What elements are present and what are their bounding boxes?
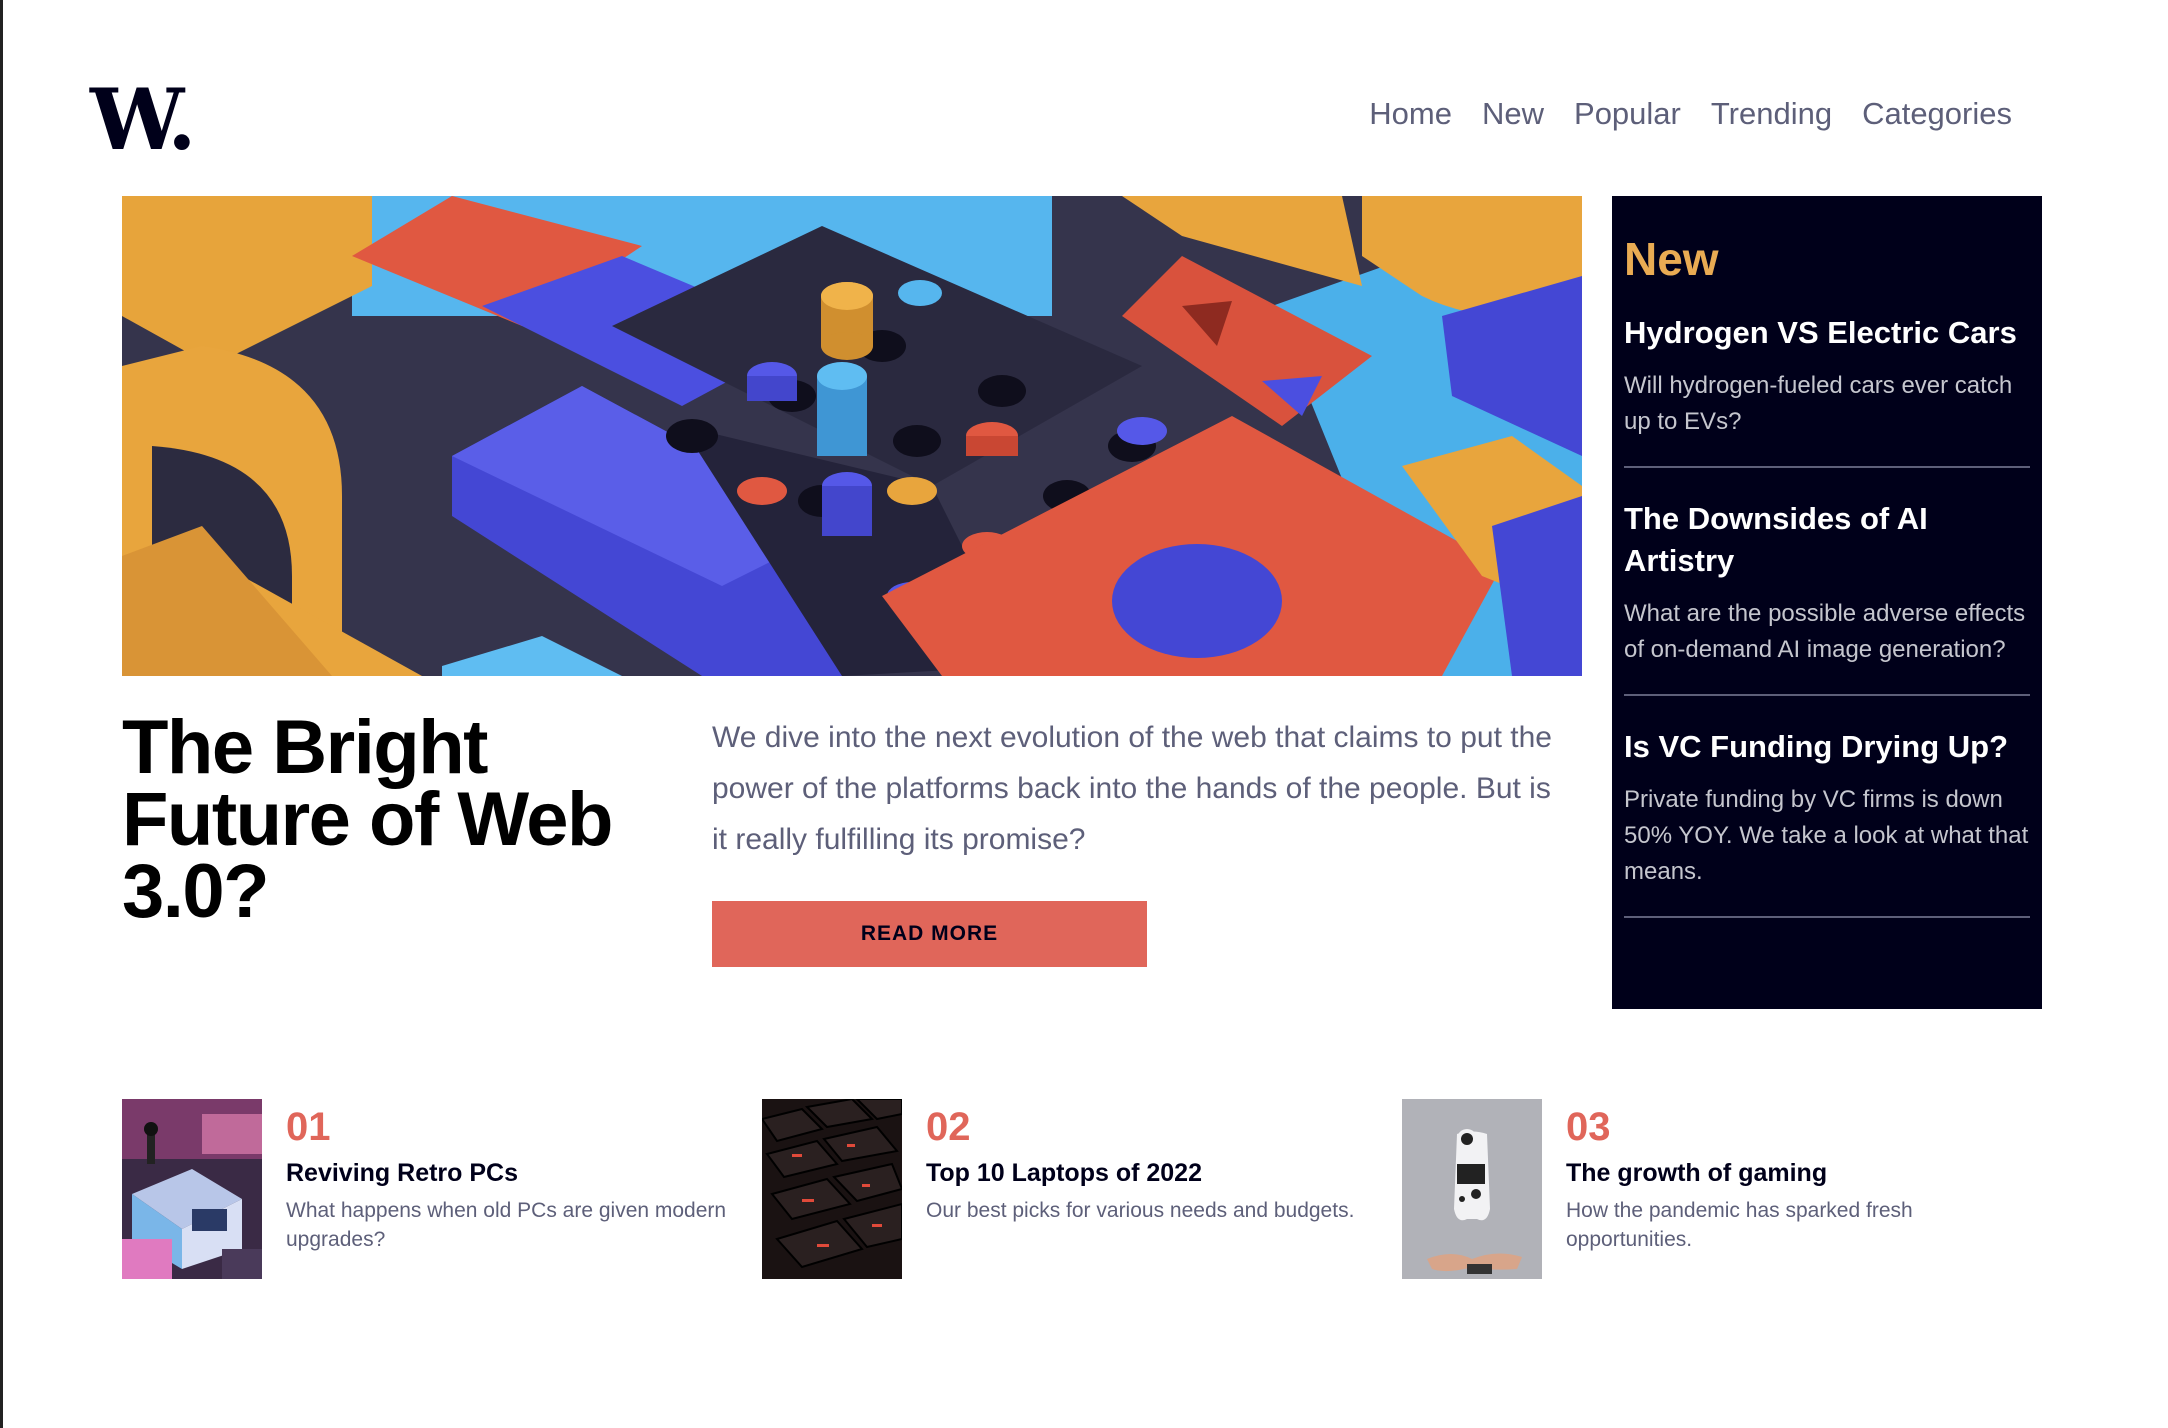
sidebar-item: The Downsides of AI Artistry What are th… [1624,498,2030,696]
article-description: Our best picks for various needs and bud… [926,1199,1355,1222]
sidebar-item: Hydrogen VS Electric Cars Will hydrogen-… [1624,312,2030,468]
article-title[interactable]: Reviving Retro PCs [286,1159,746,1188]
article-text: 02 Top 10 Laptops of 2022 Our best picks… [926,1099,1396,1279]
sidebar-item-description: Private funding by VC firms is down 50% … [1624,786,2029,885]
nav-categories[interactable]: Categories [1862,98,2012,129]
new-sidebar: New Hydrogen VS Electric Cars Will hydro… [1612,196,2042,1009]
nav-trending[interactable]: Trending [1711,98,1832,129]
article-thumbnail[interactable] [122,1099,262,1279]
nav-popular[interactable]: Popular [1574,98,1681,129]
sidebar-item: Is VC Funding Drying Up? Private funding… [1624,726,2030,918]
article-card: 03 The growth of gaming How the pandemic… [1402,1099,1962,1279]
sidebar-title: New [1624,233,1719,285]
article-number: 02 [926,1105,971,1149]
read-more-button[interactable]: READ MORE [712,901,1147,967]
nav-new[interactable]: New [1482,98,1544,129]
hero-title: The Bright Future of Web 3.0? [122,705,613,935]
site-logo[interactable]: W. [90,78,196,162]
retro-pc-image [122,1099,262,1279]
article-number: 01 [286,1105,331,1149]
hero-description: We dive into the next evolution of the w… [712,721,1552,856]
sidebar-item-description: What are the possible adverse effects of… [1624,600,2026,663]
article-card: 02 Top 10 Laptops of 2022 Our best picks… [762,1099,1402,1279]
window-edge [0,0,3,1428]
article-title[interactable]: Top 10 Laptops of 2022 [926,1159,1396,1188]
game-controller-image [1402,1099,1542,1279]
article-description: How the pandemic has sparked fresh oppor… [1566,1199,1913,1251]
article-text: 03 The growth of gaming How the pandemic… [1566,1099,1966,1279]
article-description: What happens when old PCs are given mode… [286,1199,727,1251]
sidebar-item-description: Will hydrogen-fueled cars ever catch up … [1624,372,2013,435]
sidebar-item-title[interactable]: The Downsides of AI Artistry [1624,498,2030,582]
article-thumbnail[interactable] [762,1099,902,1279]
article-number: 03 [1566,1105,1611,1149]
abstract-blocks-image [122,196,1582,676]
article-card: 01 Reviving Retro PCs What happens when … [122,1099,742,1279]
hero-image [122,196,1582,676]
nav-home[interactable]: Home [1369,98,1452,129]
article-thumbnail[interactable] [1402,1099,1542,1279]
article-title[interactable]: The growth of gaming [1566,1159,1966,1188]
main-nav: Home New Popular Trending Categories [1369,98,2012,129]
laptop-keyboard-image [762,1099,902,1279]
article-text: 01 Reviving Retro PCs What happens when … [286,1099,746,1279]
sidebar-item-title[interactable]: Is VC Funding Drying Up? [1624,726,2030,768]
sidebar-item-title[interactable]: Hydrogen VS Electric Cars [1624,312,2030,354]
article-list: 01 Reviving Retro PCs What happens when … [122,1099,2042,1279]
